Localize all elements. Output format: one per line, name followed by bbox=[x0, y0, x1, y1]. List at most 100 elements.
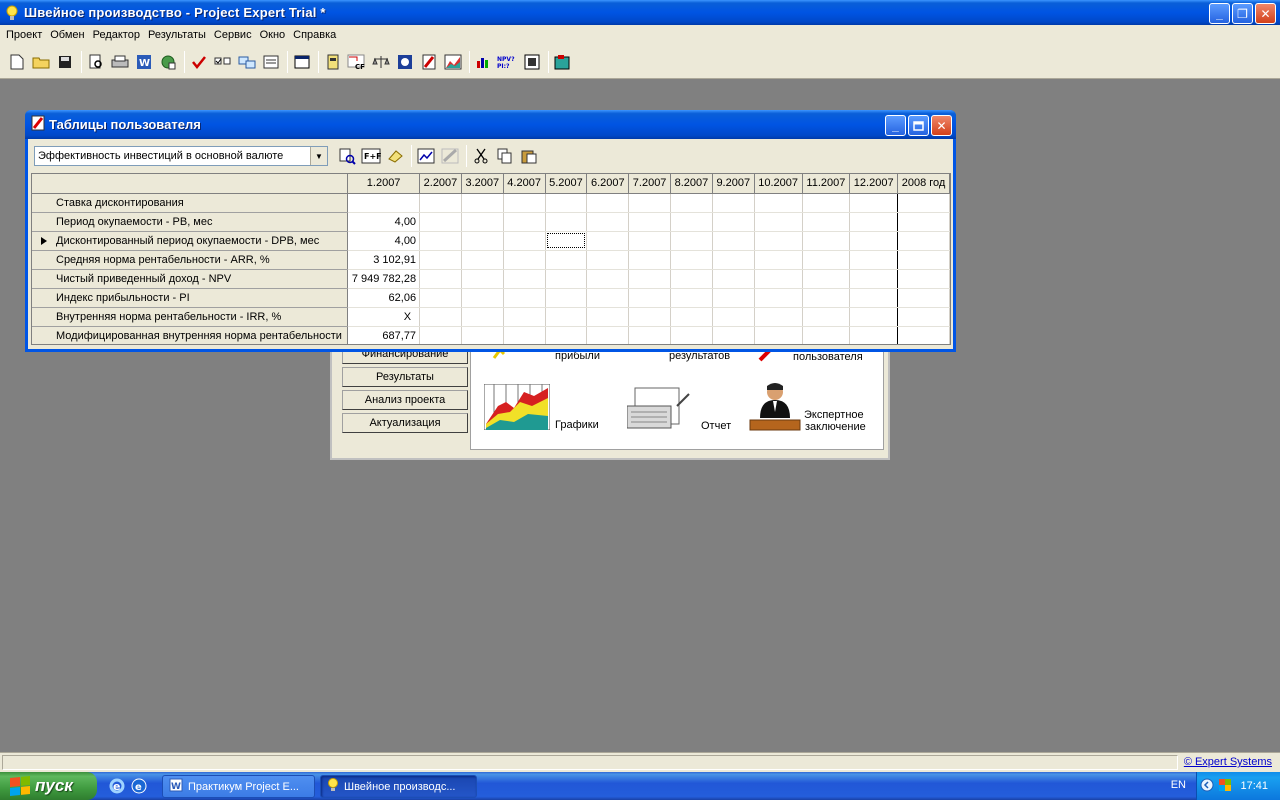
clock[interactable]: 17:41 bbox=[1240, 780, 1268, 792]
row-label[interactable]: Средняя норма рентабельности - ARR, % bbox=[32, 250, 349, 270]
table-cell[interactable] bbox=[461, 288, 504, 308]
bar-chart-icon[interactable] bbox=[473, 51, 495, 73]
checklist-icon[interactable] bbox=[212, 51, 234, 73]
table-cell[interactable] bbox=[849, 269, 899, 289]
table-cell[interactable] bbox=[586, 269, 630, 289]
table-selector-combo[interactable]: Эффективность инвестиций в основной валю… bbox=[34, 146, 328, 166]
focused-table-cell[interactable] bbox=[545, 231, 588, 251]
sensitivity-icon[interactable] bbox=[521, 51, 543, 73]
table-cell[interactable] bbox=[586, 212, 630, 232]
table-cell[interactable] bbox=[628, 250, 672, 270]
table-cell[interactable] bbox=[545, 193, 588, 213]
table-cell[interactable] bbox=[712, 326, 755, 344]
app-title-bar[interactable]: Швейное производство - Project Expert Tr… bbox=[0, 0, 1280, 25]
column-header[interactable]: 2.2007 bbox=[419, 174, 462, 194]
table-cell[interactable] bbox=[897, 231, 950, 251]
diagram-disabled-icon[interactable] bbox=[439, 145, 461, 167]
table-cell[interactable] bbox=[419, 269, 462, 289]
document-list-icon[interactable] bbox=[260, 51, 282, 73]
table-cell[interactable] bbox=[670, 307, 713, 327]
column-header[interactable]: 2008 год bbox=[897, 174, 950, 194]
column-header[interactable]: 4.2007 bbox=[503, 174, 546, 194]
table-cell[interactable] bbox=[897, 269, 950, 289]
table-cell[interactable] bbox=[802, 250, 851, 270]
table-cell[interactable] bbox=[461, 212, 504, 232]
user-label[interactable]: пользователя bbox=[793, 351, 863, 363]
table-cell[interactable] bbox=[503, 326, 546, 344]
table-cell[interactable] bbox=[347, 193, 421, 213]
table-cell[interactable] bbox=[545, 326, 588, 344]
report-image-icon[interactable] bbox=[394, 51, 416, 73]
table-cell[interactable] bbox=[712, 307, 755, 327]
charts-icon[interactable] bbox=[442, 51, 464, 73]
restore-button[interactable]: ❐ bbox=[1232, 3, 1253, 24]
table-cell[interactable] bbox=[628, 212, 672, 232]
table-cell[interactable] bbox=[545, 288, 588, 308]
table-cell[interactable] bbox=[503, 288, 546, 308]
print-icon[interactable] bbox=[109, 51, 131, 73]
table-cell[interactable] bbox=[461, 269, 504, 289]
table-cell[interactable] bbox=[897, 288, 950, 308]
row-label[interactable]: Внутренняя норма рентабельности - IRR, % bbox=[32, 307, 349, 327]
table-cell[interactable] bbox=[754, 193, 803, 213]
child-close-button[interactable]: ✕ bbox=[931, 115, 952, 136]
table-cell[interactable] bbox=[712, 193, 755, 213]
table-cell[interactable] bbox=[712, 212, 755, 232]
table-cell[interactable] bbox=[802, 326, 851, 344]
expert-systems-link[interactable]: © Expert Systems bbox=[1184, 756, 1272, 768]
table-cell[interactable]: 7 949 782,28 bbox=[347, 269, 421, 289]
table-cell[interactable] bbox=[628, 193, 672, 213]
column-header[interactable]: 12.2007 bbox=[849, 174, 899, 194]
table-cell[interactable]: 687,77 bbox=[347, 326, 421, 344]
child-minimize-button[interactable]: _ bbox=[885, 115, 906, 136]
eraser-icon[interactable] bbox=[384, 145, 406, 167]
table-cell[interactable] bbox=[461, 307, 504, 327]
web-export-icon[interactable] bbox=[157, 51, 179, 73]
row-label[interactable]: Ставка дисконтирования bbox=[32, 193, 349, 213]
column-header[interactable]: 9.2007 bbox=[712, 174, 755, 194]
close-button[interactable]: ✕ bbox=[1255, 3, 1276, 24]
table-cell[interactable] bbox=[670, 326, 713, 344]
table-cell[interactable] bbox=[670, 212, 713, 232]
expert-label-line1[interactable]: Экспертное bbox=[804, 409, 864, 421]
tray-back-icon[interactable] bbox=[1200, 778, 1214, 795]
column-header[interactable]: 6.2007 bbox=[586, 174, 630, 194]
table-cell[interactable] bbox=[628, 269, 672, 289]
table-cell[interactable] bbox=[670, 231, 713, 251]
line-chart-icon[interactable] bbox=[415, 145, 437, 167]
menu-project[interactable]: Проект bbox=[2, 25, 46, 45]
table-cell[interactable] bbox=[754, 231, 803, 251]
column-header[interactable]: 1.2007 bbox=[347, 174, 421, 194]
table-cell[interactable] bbox=[628, 288, 672, 308]
table-cell[interactable] bbox=[802, 307, 851, 327]
table-cell[interactable] bbox=[545, 307, 588, 327]
table-cell[interactable] bbox=[461, 193, 504, 213]
table-cell[interactable] bbox=[897, 193, 950, 213]
table-cell[interactable] bbox=[849, 231, 899, 251]
table-cell[interactable] bbox=[628, 326, 672, 344]
column-header[interactable]: 7.2007 bbox=[628, 174, 672, 194]
user-tables-title-bar[interactable]: Таблицы пользователя _ ✕ bbox=[25, 110, 956, 139]
table-cell[interactable] bbox=[503, 269, 546, 289]
table-cell[interactable] bbox=[586, 288, 630, 308]
expert-person-icon[interactable] bbox=[748, 382, 802, 437]
table-cell[interactable] bbox=[586, 193, 630, 213]
table-cell[interactable]: 4,00 bbox=[347, 212, 421, 232]
table-cell[interactable]: 3 102,91 bbox=[347, 250, 421, 270]
check-icon[interactable] bbox=[188, 51, 210, 73]
column-header[interactable]: 8.2007 bbox=[670, 174, 713, 194]
row-label[interactable]: Индекс прибыльности - PI bbox=[32, 288, 349, 308]
table-cell[interactable] bbox=[897, 212, 950, 232]
paste-icon[interactable] bbox=[518, 145, 540, 167]
menu-service[interactable]: Сервис bbox=[210, 25, 256, 45]
table-cell[interactable] bbox=[754, 250, 803, 270]
table-cell[interactable] bbox=[628, 307, 672, 327]
column-header[interactable]: 5.2007 bbox=[545, 174, 588, 194]
table-cell[interactable] bbox=[712, 269, 755, 289]
table-cell[interactable] bbox=[419, 307, 462, 327]
table-cell[interactable] bbox=[419, 326, 462, 344]
internet-explorer-icon[interactable]: e bbox=[108, 777, 126, 795]
table-cell[interactable] bbox=[712, 288, 755, 308]
table-cell[interactable] bbox=[670, 288, 713, 308]
menu-editor[interactable]: Редактор bbox=[89, 25, 144, 45]
